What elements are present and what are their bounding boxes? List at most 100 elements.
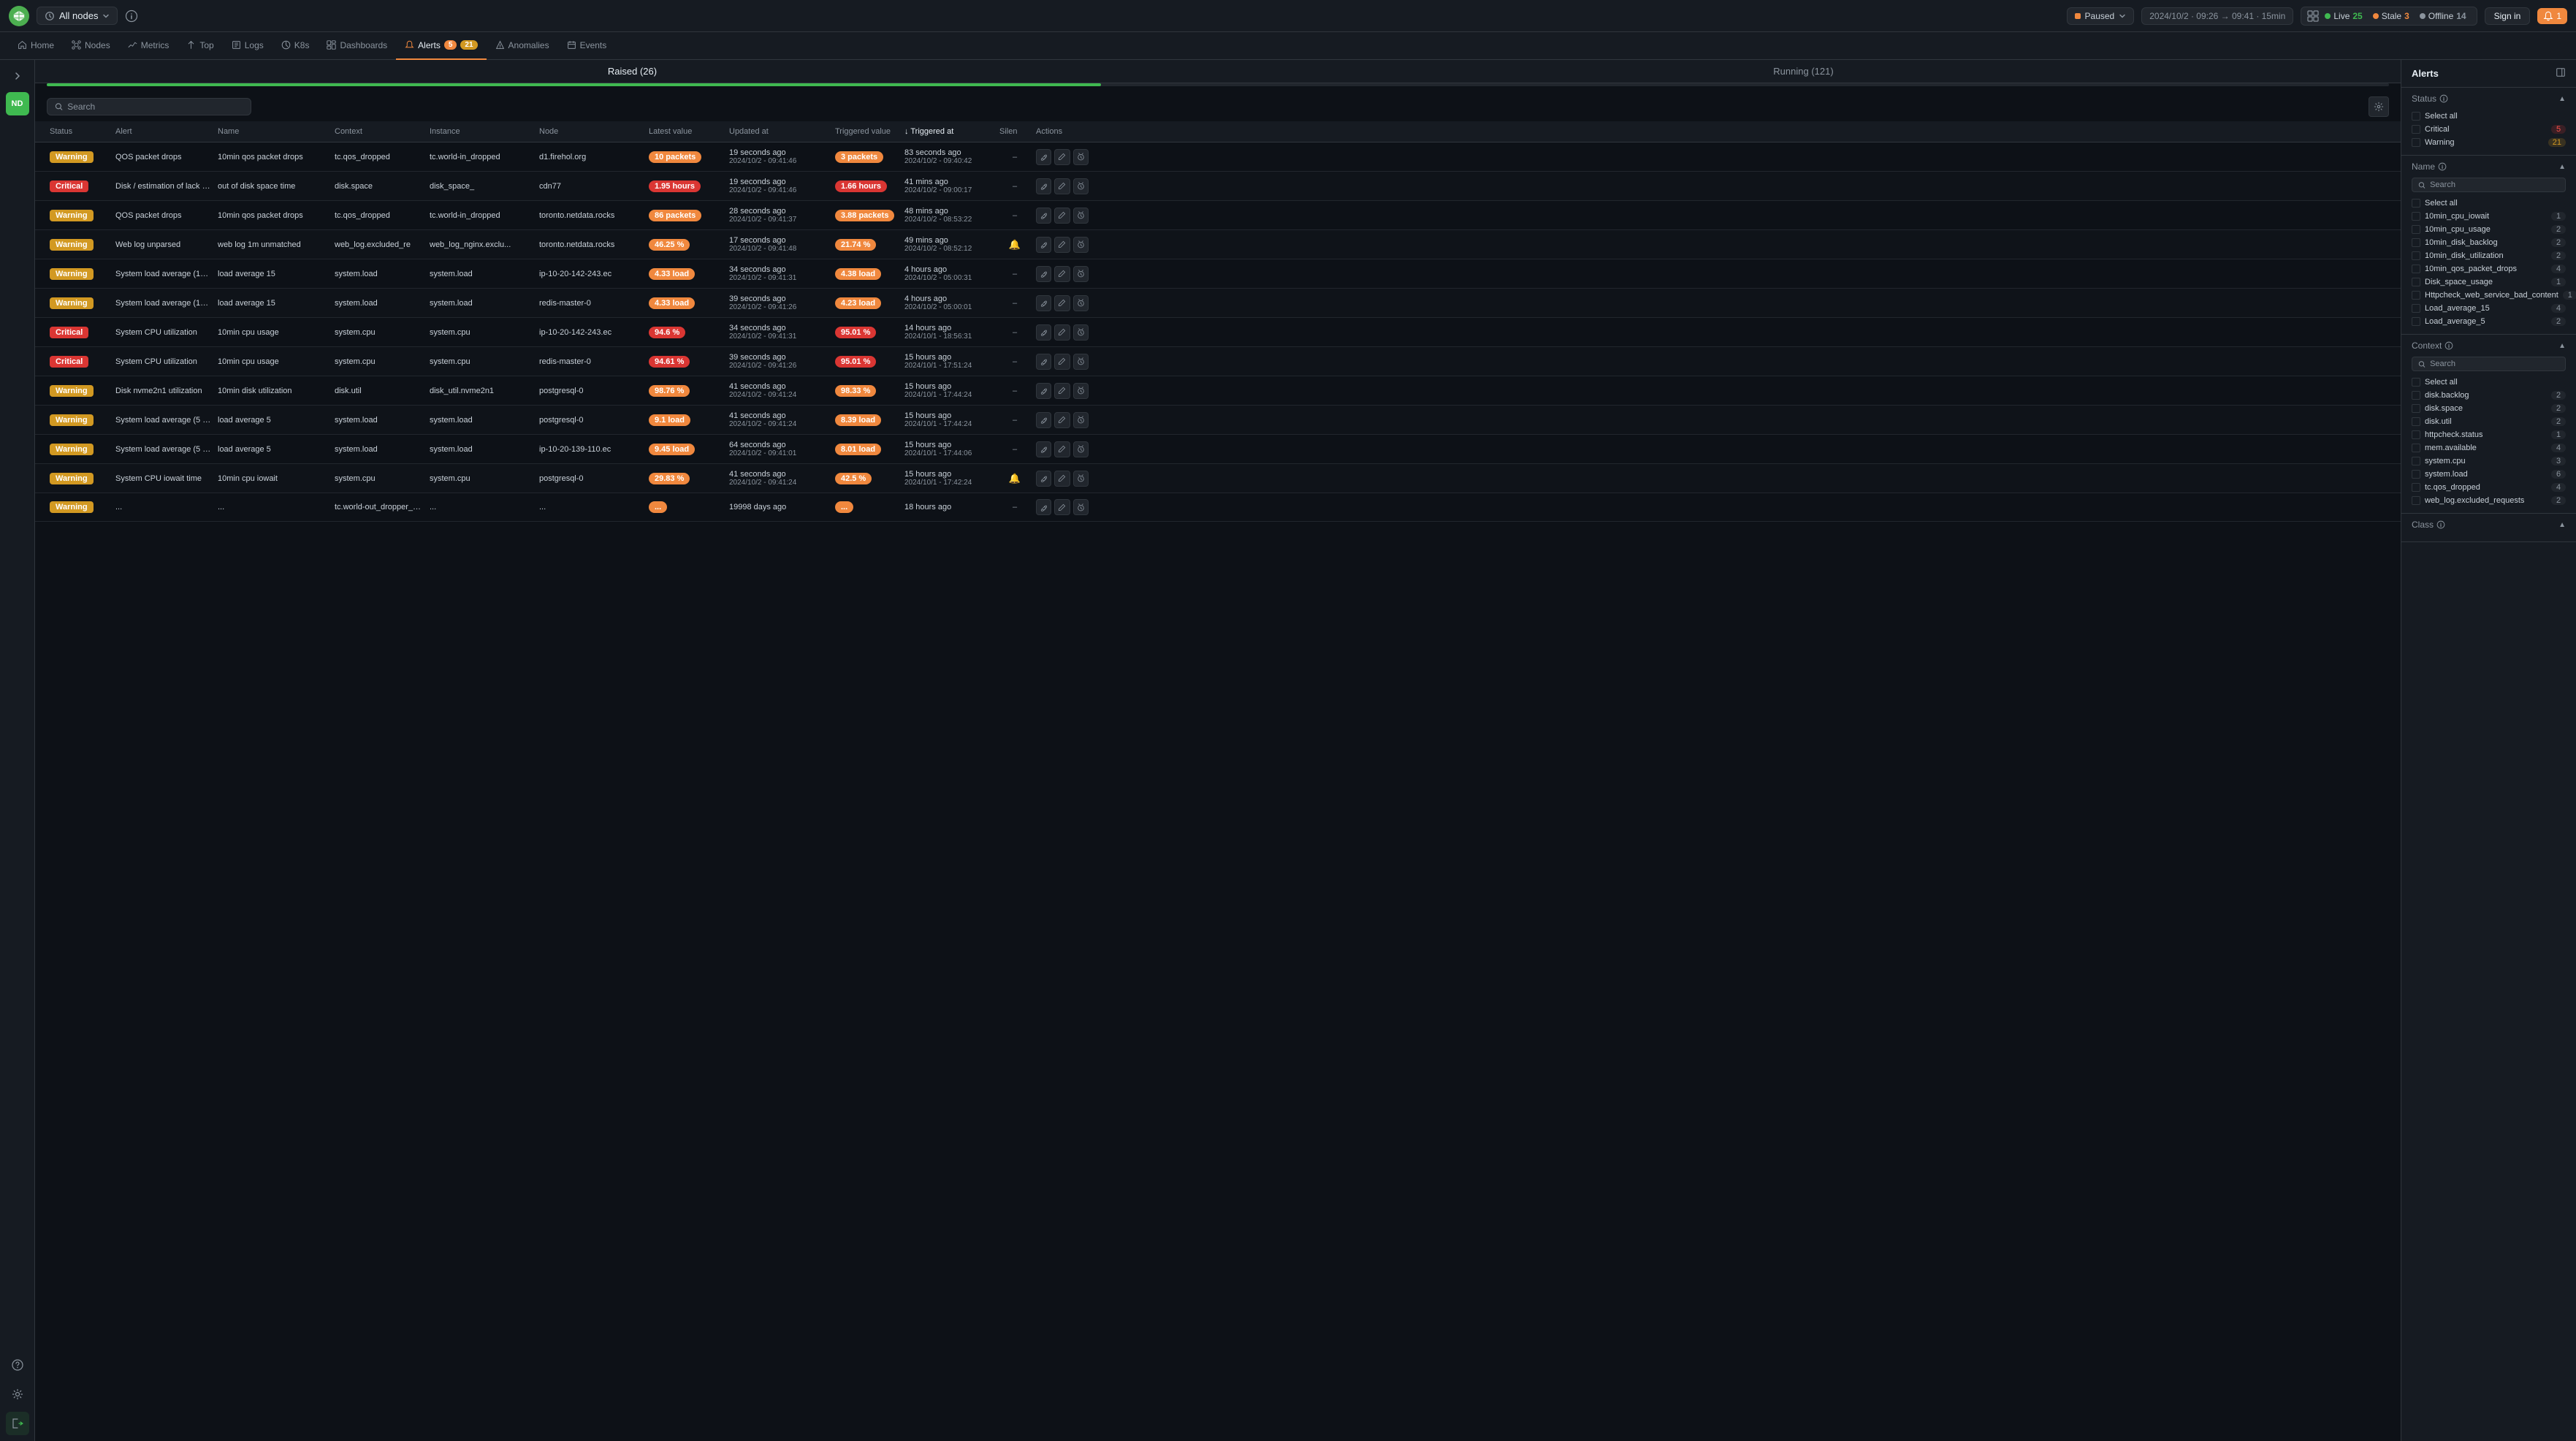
action-snooze-btn[interactable]	[1073, 178, 1089, 194]
context-select-all[interactable]: Select all	[2412, 376, 2566, 389]
nav-item-home[interactable]: Home	[9, 32, 63, 60]
nav-item-k8s[interactable]: K8s	[273, 32, 319, 60]
action-link-btn[interactable]	[1036, 499, 1051, 515]
context-filter-item[interactable]: mem.available 4	[2412, 441, 2566, 455]
user-avatar[interactable]: ND	[6, 92, 29, 115]
action-link-btn[interactable]	[1036, 237, 1051, 253]
status-select-all-checkbox[interactable]	[2412, 112, 2420, 121]
action-link-btn[interactable]	[1036, 178, 1051, 194]
context-item-checkbox[interactable]	[2412, 457, 2420, 465]
context-filter-item[interactable]: disk.util 2	[2412, 415, 2566, 428]
context-filter-item[interactable]: system.load 6	[2412, 468, 2566, 481]
action-snooze-btn[interactable]	[1073, 354, 1089, 370]
search-input-wrap[interactable]	[47, 98, 251, 115]
name-item-checkbox[interactable]	[2412, 251, 2420, 260]
name-select-all-checkbox[interactable]	[2412, 199, 2420, 208]
name-filter-item[interactable]: 10min_disk_backlog 2	[2412, 236, 2566, 249]
context-filter-item[interactable]: disk.backlog 2	[2412, 389, 2566, 402]
action-edit-btn[interactable]	[1054, 237, 1070, 253]
context-filter-item[interactable]: tc.qos_dropped 4	[2412, 481, 2566, 494]
name-filter-item[interactable]: 10min_disk_utilization 2	[2412, 249, 2566, 262]
name-item-checkbox[interactable]	[2412, 238, 2420, 247]
action-link-btn[interactable]	[1036, 354, 1051, 370]
collapse-panel-btn[interactable]	[2556, 67, 2566, 80]
status-select-all[interactable]: Select all	[2412, 110, 2566, 123]
class-section-collapse[interactable]: ▲	[2558, 521, 2566, 529]
node-selector[interactable]: All nodes	[37, 7, 118, 25]
action-link-btn[interactable]	[1036, 324, 1051, 341]
context-item-checkbox[interactable]	[2412, 470, 2420, 479]
action-snooze-btn[interactable]	[1073, 266, 1089, 282]
action-edit-btn[interactable]	[1054, 471, 1070, 487]
action-link-btn[interactable]	[1036, 383, 1051, 399]
context-item-checkbox[interactable]	[2412, 391, 2420, 400]
context-item-checkbox[interactable]	[2412, 496, 2420, 505]
action-edit-btn[interactable]	[1054, 412, 1070, 428]
name-search[interactable]	[2412, 178, 2566, 192]
action-link-btn[interactable]	[1036, 412, 1051, 428]
action-link-btn[interactable]	[1036, 149, 1051, 165]
name-item-checkbox[interactable]	[2412, 291, 2420, 300]
nav-item-events[interactable]: Events	[558, 32, 616, 60]
name-item-checkbox[interactable]	[2412, 317, 2420, 326]
name-item-checkbox[interactable]	[2412, 265, 2420, 273]
action-edit-btn[interactable]	[1054, 354, 1070, 370]
action-edit-btn[interactable]	[1054, 499, 1070, 515]
action-edit-btn[interactable]	[1054, 178, 1070, 194]
context-item-checkbox[interactable]	[2412, 430, 2420, 439]
search-input[interactable]	[67, 102, 243, 112]
action-snooze-btn[interactable]	[1073, 412, 1089, 428]
action-edit-btn[interactable]	[1054, 149, 1070, 165]
action-snooze-btn[interactable]	[1073, 324, 1089, 341]
action-edit-btn[interactable]	[1054, 295, 1070, 311]
action-edit-btn[interactable]	[1054, 441, 1070, 457]
action-snooze-btn[interactable]	[1073, 471, 1089, 487]
name-section-collapse[interactable]: ▲	[2558, 163, 2566, 171]
action-link-btn[interactable]	[1036, 266, 1051, 282]
name-filter-item[interactable]: Httpcheck_web_service_bad_content 1	[2412, 289, 2566, 302]
action-link-btn[interactable]	[1036, 441, 1051, 457]
status-critical-item[interactable]: Critical 5	[2412, 123, 2566, 136]
nav-item-top[interactable]: Top	[178, 32, 222, 60]
name-item-checkbox[interactable]	[2412, 212, 2420, 221]
nav-item-dashboards[interactable]: Dashboards	[318, 32, 396, 60]
name-item-checkbox[interactable]	[2412, 225, 2420, 234]
context-filter-item[interactable]: disk.space 2	[2412, 402, 2566, 415]
context-filter-item[interactable]: system.cpu 3	[2412, 455, 2566, 468]
context-section-collapse[interactable]: ▲	[2558, 342, 2566, 350]
silen-bell[interactable]: 🔔	[1009, 473, 1021, 484]
logo[interactable]	[9, 6, 29, 26]
context-filter-item[interactable]: web_log.excluded_requests 2	[2412, 494, 2566, 507]
action-snooze-btn[interactable]	[1073, 237, 1089, 253]
alert-bell[interactable]: 1	[2537, 8, 2567, 24]
name-filter-item[interactable]: Disk_space_usage 1	[2412, 275, 2566, 289]
action-edit-btn[interactable]	[1054, 383, 1070, 399]
signin-button[interactable]: Sign in	[2485, 7, 2531, 25]
action-edit-btn[interactable]	[1054, 324, 1070, 341]
name-filter-item[interactable]: 10min_cpu_iowait 1	[2412, 210, 2566, 223]
name-select-all[interactable]: Select all	[2412, 197, 2566, 210]
action-link-btn[interactable]	[1036, 471, 1051, 487]
table-settings-btn[interactable]	[2369, 96, 2389, 117]
name-filter-item[interactable]: Load_average_5 2	[2412, 315, 2566, 328]
silen-bell[interactable]: 🔔	[1009, 239, 1021, 250]
nav-item-alerts[interactable]: Alerts 5 21	[396, 32, 486, 60]
status-warning-checkbox[interactable]	[2412, 138, 2420, 147]
name-filter-item[interactable]: 10min_cpu_usage 2	[2412, 223, 2566, 236]
context-filter-item[interactable]: httpcheck.status 1	[2412, 428, 2566, 441]
name-filter-item[interactable]: Load_average_15 4	[2412, 302, 2566, 315]
action-edit-btn[interactable]	[1054, 208, 1070, 224]
action-snooze-btn[interactable]	[1073, 208, 1089, 224]
status-section-collapse[interactable]: ▲	[2558, 95, 2566, 103]
action-snooze-btn[interactable]	[1073, 441, 1089, 457]
info-icon[interactable]	[125, 9, 138, 23]
nav-item-metrics[interactable]: Metrics	[119, 32, 178, 60]
nav-item-anomalies[interactable]: Anomalies	[487, 32, 558, 60]
sidebar-collapse-btn[interactable]	[7, 66, 28, 86]
nav-item-logs[interactable]: Logs	[223, 32, 273, 60]
sidebar-signout-icon[interactable]	[6, 1412, 29, 1435]
sidebar-help-icon[interactable]	[6, 1353, 29, 1377]
context-item-checkbox[interactable]	[2412, 444, 2420, 452]
context-item-checkbox[interactable]	[2412, 417, 2420, 426]
nav-item-nodes[interactable]: Nodes	[63, 32, 119, 60]
